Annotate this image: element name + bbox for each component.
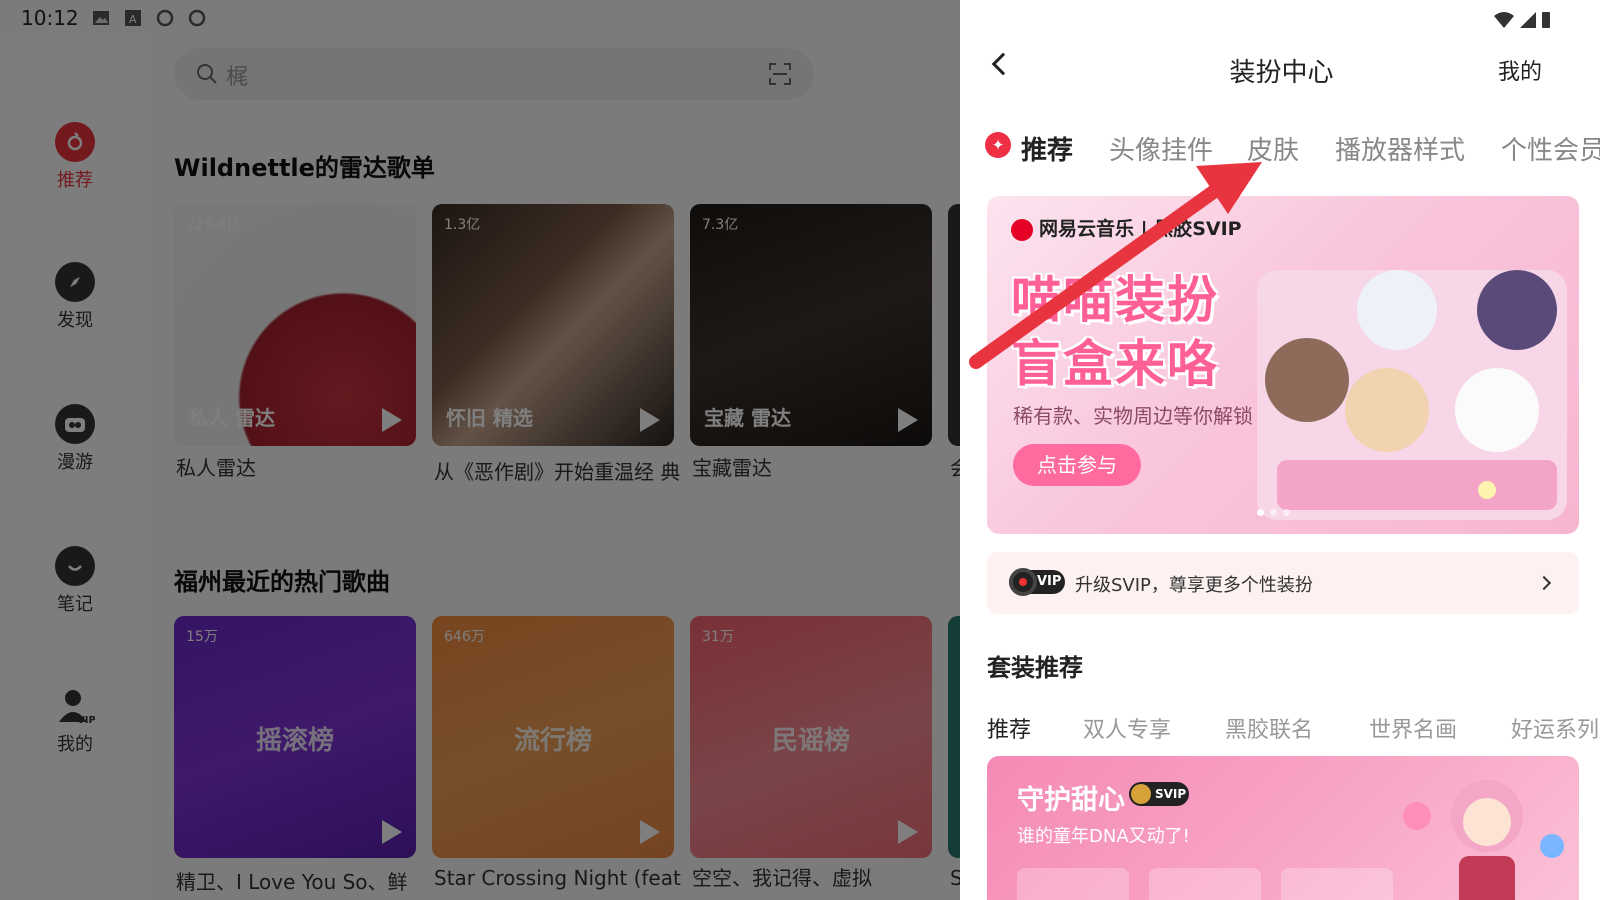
suit-subtitle: 谁的童年DNA又动了! xyxy=(1017,826,1190,847)
svip-upgrade-bar[interactable]: VIP 升级SVIP，尊享更多个性装扮 xyxy=(987,552,1579,614)
dressup-tabs: 推荐 头像挂件 皮肤 播放器样式 个性会员 xyxy=(963,124,1600,174)
dim-overlay[interactable] xyxy=(0,0,960,900)
suit-tabs: 推荐 双人专享 黑胶联名 世界名画 好运系列 xyxy=(963,708,1600,748)
tab-skin[interactable]: 皮肤 xyxy=(1247,130,1299,167)
wifi-icon xyxy=(1492,10,1552,34)
tab-personal-vip[interactable]: 个性会员 xyxy=(1501,130,1600,167)
suit-tab-recommend[interactable]: 推荐 xyxy=(987,712,1031,744)
suit-name: 守护甜心 xyxy=(1017,785,1125,816)
panel-header: 装扮中心 我的 xyxy=(963,40,1600,100)
cat-illustration xyxy=(1257,270,1567,520)
banner-subtitle: 稀有款、实物周边等你解锁 xyxy=(1013,404,1253,428)
brand-label: 网易云音乐 | 黑胶SVIP xyxy=(1011,214,1242,241)
anime-character-illustration xyxy=(1403,780,1564,900)
chevron-right-icon xyxy=(1536,575,1552,591)
main-app: 10:12 A 推荐 xyxy=(0,0,960,900)
mine-link[interactable]: 我的 xyxy=(1498,54,1542,86)
brand-name: 网易云音乐 xyxy=(1039,218,1135,240)
suit-tab-good-luck[interactable]: 好运系列 xyxy=(1511,712,1599,744)
suit-tab-world-paintings[interactable]: 世界名画 xyxy=(1369,712,1457,744)
banner-pagination xyxy=(1257,501,1296,520)
tab-recommend[interactable]: 推荐 xyxy=(1021,130,1073,167)
svip-text: 升级SVIP，尊享更多个性装扮 xyxy=(1075,575,1313,596)
banner-headline-2: 盲盒来咯 xyxy=(1011,335,1219,393)
netease-logo-icon xyxy=(1011,218,1033,241)
suit-section-title: 套装推荐 xyxy=(987,654,1083,682)
dressup-panel: 装扮中心 我的 ✦ 推荐 头像挂件 皮肤 播放器样式 个性会员 网易云音乐 | … xyxy=(963,0,1600,900)
promo-banner[interactable]: 网易云音乐 | 黑胶SVIP 喵喵装扮 盲盒来咯 稀有款、实物周边等你解锁 点击… xyxy=(987,196,1579,534)
svip-badge: SVIP xyxy=(1129,782,1189,806)
join-button[interactable]: 点击参与 xyxy=(1013,444,1141,486)
banner-headline-1: 喵喵装扮 xyxy=(1011,271,1219,329)
brand-svip: 黑胶SVIP xyxy=(1154,218,1242,240)
tab-player-style[interactable]: 播放器样式 xyxy=(1335,130,1465,167)
suit-card[interactable]: 守护甜心 SVIP 谁的童年DNA又动了! xyxy=(987,756,1579,900)
suit-tab-duo[interactable]: 双人专享 xyxy=(1083,712,1171,744)
screen: 10:12 A 推荐 xyxy=(0,0,1600,900)
tab-avatar-pendant[interactable]: 头像挂件 xyxy=(1109,130,1213,167)
suit-preview-tiles xyxy=(1017,868,1413,900)
suit-tab-vinyl-collab[interactable]: 黑胶联名 xyxy=(1225,712,1313,744)
vinyl-icon xyxy=(1009,568,1037,596)
